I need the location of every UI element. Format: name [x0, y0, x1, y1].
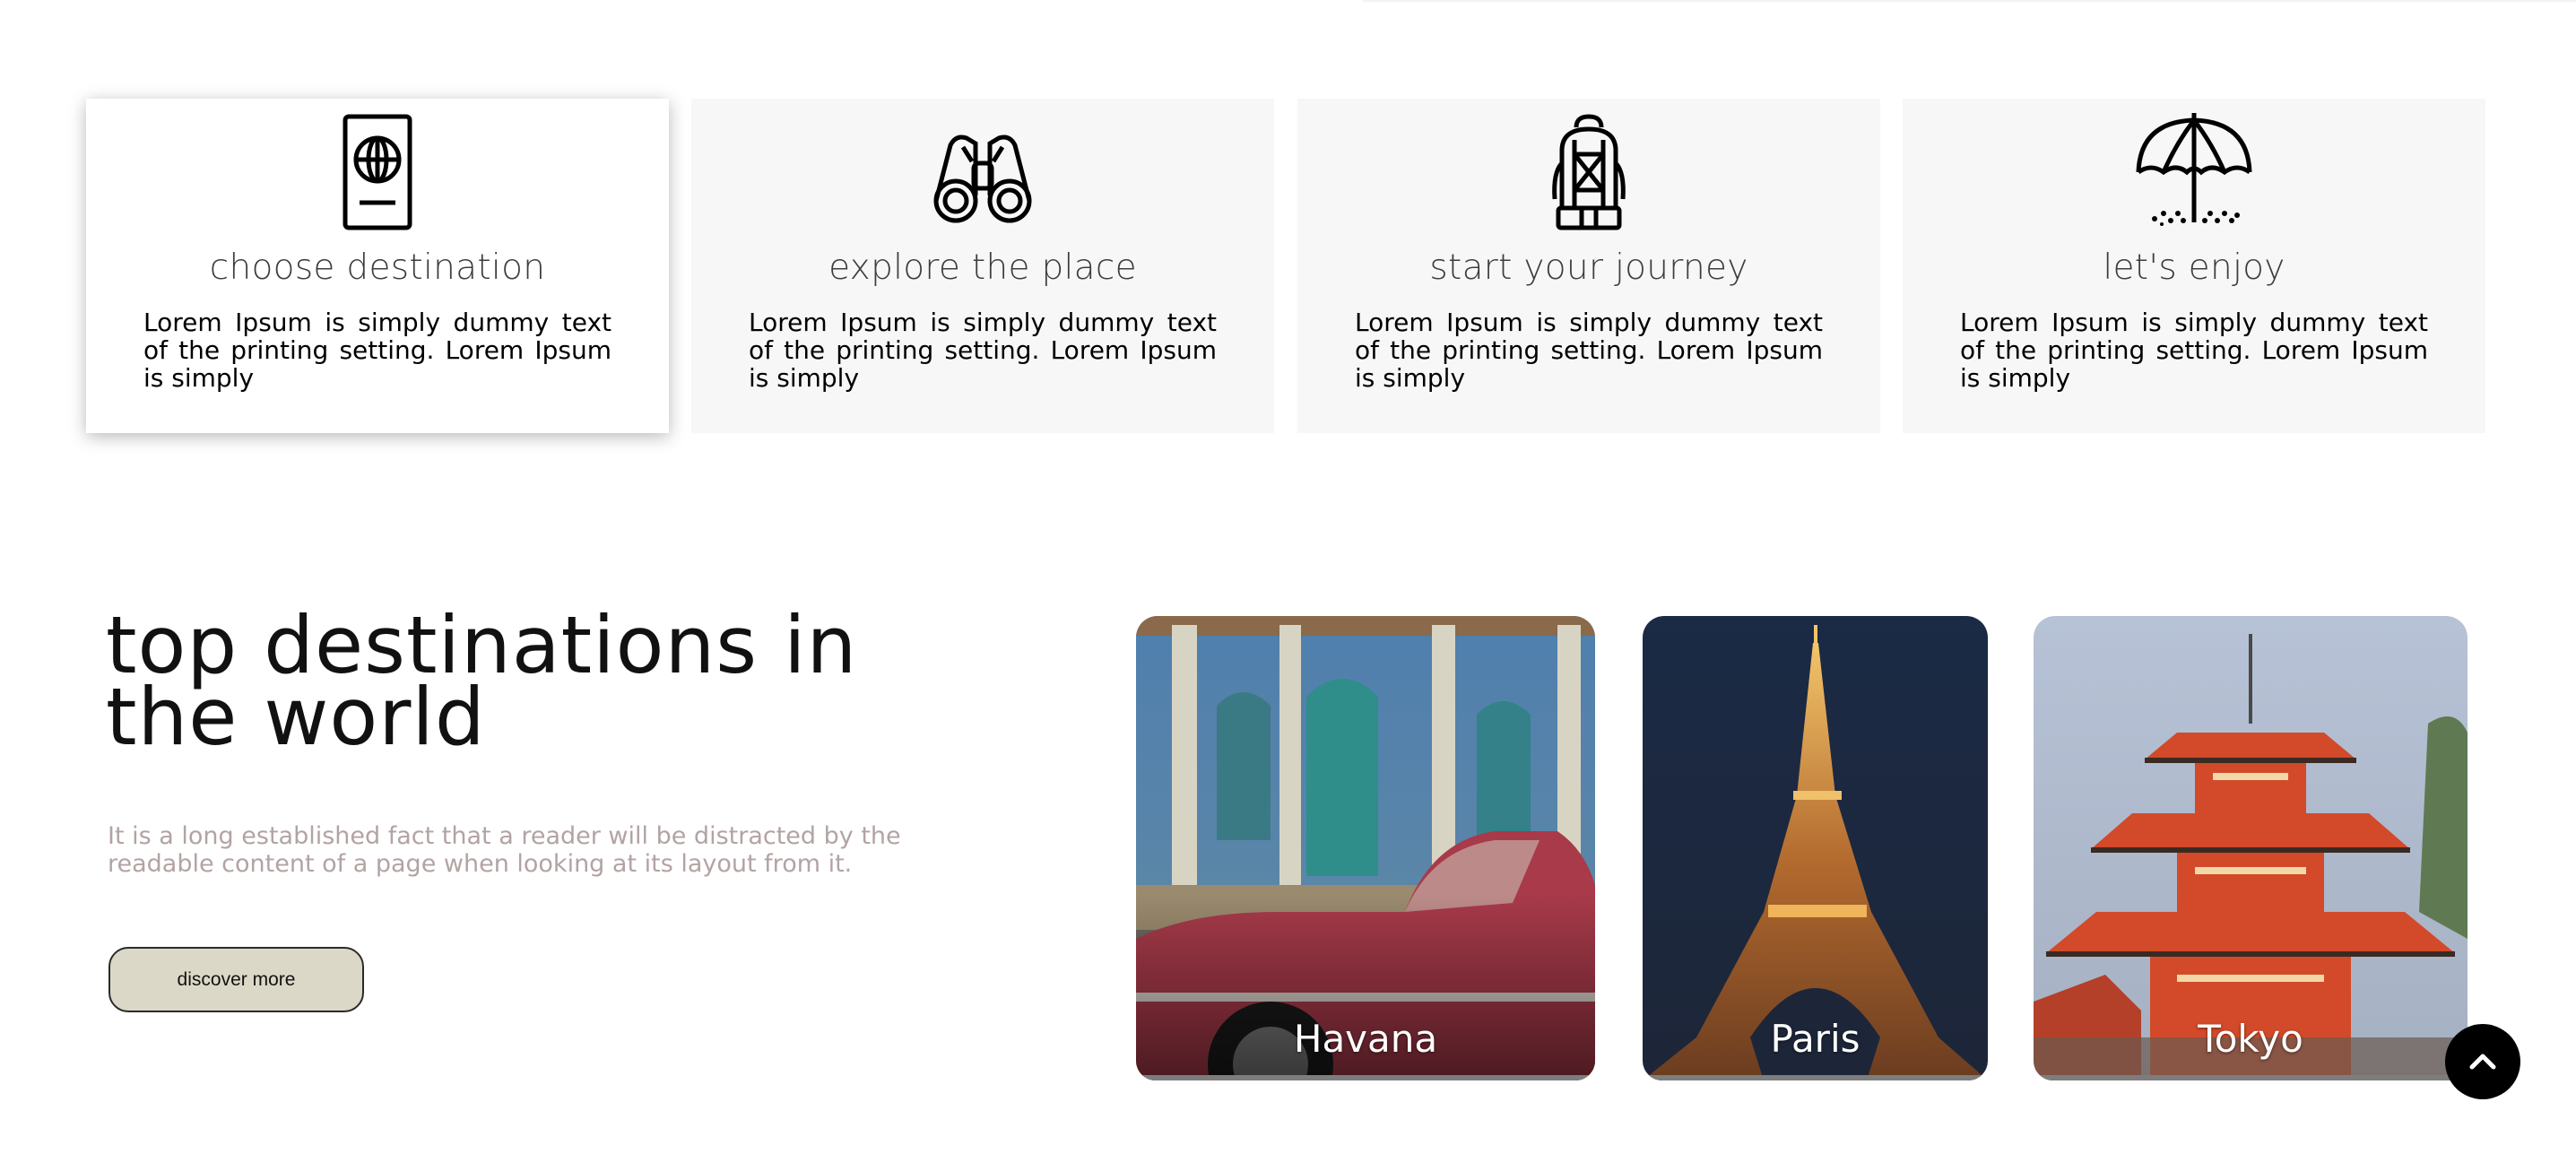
discover-more-button[interactable]: discover more: [108, 947, 364, 1012]
city-name: Paris: [1770, 1017, 1860, 1061]
feature-text: Lorem Ipsum is simply dummy text of the …: [143, 308, 611, 393]
city-name: Havana: [1293, 1017, 1438, 1061]
feature-card-choose-destination[interactable]: choose destination Lorem Ipsum is simply…: [86, 99, 669, 433]
feature-title: start your journey: [1429, 247, 1748, 288]
destination-card-havana[interactable]: Havana: [1136, 616, 1595, 1080]
header-shadow: [1363, 0, 2576, 4]
feature-title: let's enjoy: [2103, 247, 2285, 288]
passport-icon: [315, 109, 440, 235]
features-section: choose destination Lorem Ipsum is simply…: [86, 99, 2485, 433]
feature-text: Lorem Ipsum is simply dummy text of the …: [1355, 308, 1823, 393]
scroll-to-top-button[interactable]: [2445, 1024, 2520, 1099]
destination-card-tokyo[interactable]: Tokyo: [2034, 616, 2468, 1080]
beach-umbrella-icon: [2131, 109, 2257, 235]
feature-text: Lorem Ipsum is simply dummy text of the …: [749, 308, 1217, 393]
city-name: Tokyo: [2198, 1017, 2303, 1061]
destinations-description: It is a long established fact that a rea…: [108, 822, 901, 878]
chevron-up-icon: [2469, 1054, 2496, 1070]
feature-text: Lorem Ipsum is simply dummy text of the …: [1960, 308, 2428, 393]
binoculars-icon: [920, 109, 1045, 235]
paris-photo: [1643, 616, 1988, 1080]
destination-card-paris[interactable]: Paris: [1643, 616, 1988, 1080]
destinations-title: top destinations in the world: [106, 599, 858, 763]
feature-title: explore the place: [828, 247, 1137, 288]
backpack-icon: [1526, 109, 1652, 235]
tokyo-photo: [2034, 616, 2468, 1080]
feature-card-explore-the-place[interactable]: explore the place Lorem Ipsum is simply …: [691, 99, 1274, 433]
feature-title: choose destination: [209, 247, 546, 288]
feature-card-start-your-journey[interactable]: start your journey Lorem Ipsum is simply…: [1297, 99, 1880, 433]
havana-photo: [1136, 616, 1595, 1080]
feature-card-lets-enjoy[interactable]: let's enjoy Lorem Ipsum is simply dummy …: [1903, 99, 2485, 433]
